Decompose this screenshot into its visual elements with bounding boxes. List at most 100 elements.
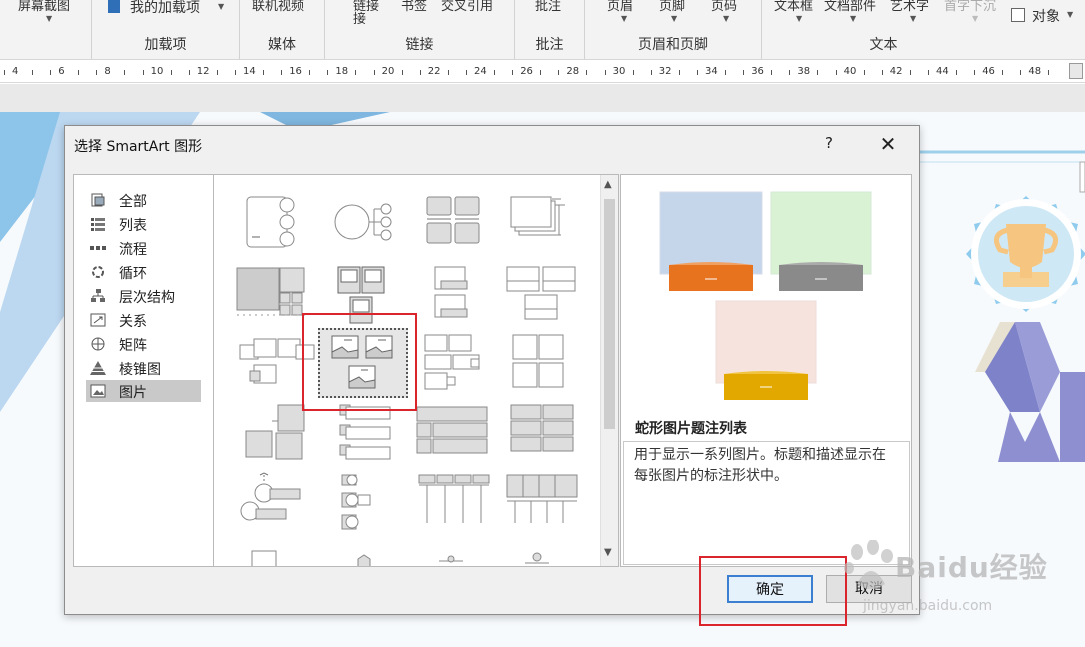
gallery-scrollbar[interactable]: ▲ ▼ [600, 175, 618, 566]
drop-cap-button[interactable]: 首字下沉 [944, 0, 996, 14]
page-number-button[interactable]: 页码 [711, 0, 737, 14]
ruler-mark [1020, 70, 1022, 75]
ruler-mark [863, 70, 865, 75]
category-label: 层次结构 [119, 290, 175, 306]
layout-thumb-bending-picture-blocks[interactable] [232, 331, 322, 401]
layout-thumb-snapshot-picture-list[interactable] [318, 328, 408, 398]
ruler-mark [909, 70, 911, 75]
wordart-button[interactable]: 艺术字 [890, 0, 929, 14]
comment-button[interactable]: 批注 [535, 0, 561, 14]
category-label: 循环 [119, 266, 147, 282]
ruler-mark [96, 70, 98, 75]
layout-thumb-titled-picture-blocks[interactable] [497, 263, 587, 333]
link-button-line2: 接 [353, 12, 367, 27]
category-item-cycle[interactable]: 循环 [86, 261, 201, 283]
ruler-mark [789, 70, 791, 75]
online-video-button[interactable]: 联机视频 [252, 0, 304, 14]
category-item-process[interactable]: 流程 [86, 237, 201, 259]
chevron-down-icon: ▼ [850, 14, 857, 23]
watermark: Baidu经验 jingyan.baidu.com [835, 540, 1055, 625]
ruler-mark [1002, 70, 1004, 75]
textbox-button[interactable]: 文本框 [774, 0, 813, 14]
layout-thumb-alternating-picture-circles[interactable] [409, 331, 499, 401]
ruler-mark [170, 70, 172, 75]
paw-logo-icon [844, 540, 893, 589]
group-label-comments: 批注 [535, 37, 564, 53]
horizontal-ruler[interactable]: 4 6 8 10 12 14 16 18 20 22 24 26 28 30 32 34 36 38 40 42 44 4… [0, 61, 1085, 83]
ruler-tick-label: 10 [150, 66, 164, 77]
chevron-down-icon: ▼ [1067, 10, 1074, 19]
layout-thumb-partial-4[interactable] [497, 545, 587, 567]
category-label: 全部 [119, 194, 147, 210]
watermark-url: jingyan.baidu.com [863, 598, 993, 614]
hierarchy-icon [91, 289, 105, 302]
ruler-mark [4, 70, 5, 75]
relationship-icon [90, 313, 106, 327]
list-icon [91, 218, 105, 231]
layout-thumb-vertical-circle-list[interactable] [232, 187, 322, 257]
scrollbar-thumb[interactable] [604, 199, 615, 429]
ribbon: 屏幕截图 ▼ 我的加载项 ▼ 加载项 联机视频 媒体 链接 接 书签 交叉引用 … [0, 0, 1085, 60]
ok-button[interactable]: 确定 [727, 575, 813, 603]
layout-thumb-picture-strips[interactable] [497, 471, 587, 541]
layout-thumb-picture-accent-list[interactable] [324, 401, 414, 471]
ruler-tick-label: 28 [566, 66, 580, 77]
layout-thumb-stacked-pictures[interactable] [497, 187, 587, 257]
group-label-addins: 加载项 [144, 37, 187, 53]
quick-parts-button[interactable]: 文档部件 [824, 0, 876, 14]
category-item-hierarchy[interactable]: 层次结构 [86, 285, 201, 307]
category-item-all[interactable]: 全部 [86, 189, 201, 211]
category-item-pyramid[interactable]: 棱锥图 [86, 357, 201, 379]
footer-button[interactable]: 页脚 [659, 0, 685, 14]
header-button[interactable]: 页眉 [607, 0, 633, 14]
layout-thumb-picture-grid-four[interactable] [497, 331, 587, 401]
ruler-mark [817, 70, 819, 75]
layout-thumb-table-picture-list[interactable] [497, 401, 587, 471]
group-label-text: 文本 [869, 37, 898, 53]
ruler-mark [650, 70, 652, 75]
layout-thumb-framed-pictures[interactable] [324, 263, 414, 333]
addin-store-icon [108, 0, 120, 13]
ruler-mark [974, 70, 976, 75]
ribbon-group-links: 链接 接 书签 交叉引用 链接 [325, 0, 515, 59]
ruler-tick-label: 16 [289, 66, 302, 77]
ruler-mark [771, 70, 773, 75]
ruler-toggle-icon[interactable] [1069, 63, 1083, 79]
ruler-mark [678, 70, 680, 75]
category-item-matrix[interactable]: 矩阵 [86, 333, 201, 355]
chevron-down-icon: ▼ [910, 14, 917, 23]
ruler-mark [309, 70, 311, 75]
layout-thumb-title-picture-columns[interactable] [409, 471, 499, 541]
layout-thumb-rounded-grid[interactable] [409, 187, 499, 257]
category-item-picture[interactable]: 图片 [86, 380, 201, 402]
my-addins-button[interactable]: 我的加载项 [130, 0, 200, 17]
ruler-tick-label: 26 [520, 66, 533, 77]
help-button[interactable]: ? [825, 134, 833, 152]
ruler-tick-label: 44 [936, 66, 949, 77]
layout-thumb-picture-grid-big[interactable] [232, 263, 322, 333]
layout-thumb-circle-picture-list[interactable] [324, 471, 414, 541]
layout-thumb-partial-1[interactable] [232, 545, 322, 567]
layout-thumb-partial-2[interactable] [324, 545, 414, 567]
ruler-tick-label: 12 [196, 66, 210, 77]
category-item-relationship[interactable]: 关系 [86, 309, 201, 331]
screenshot-button[interactable]: 屏幕截图 [18, 0, 70, 14]
bookmark-button[interactable]: 书签 [401, 0, 427, 14]
trophy-badge-icon [966, 196, 1085, 462]
scroll-up-icon[interactable]: ▲ [604, 179, 612, 190]
ruler-mark [558, 70, 560, 75]
layout-thumb-horizontal-picture-list[interactable] [409, 401, 499, 471]
layout-thumb-offset-picture-squares[interactable] [232, 401, 322, 471]
category-item-list[interactable]: 列表 [86, 213, 201, 235]
close-icon[interactable]: ✕ [877, 132, 899, 156]
layout-thumb-picture-caption-stack[interactable] [409, 263, 499, 333]
pyramid-icon [90, 361, 106, 375]
scroll-down-icon[interactable]: ▼ [604, 547, 612, 558]
layout-thumb-circle-picture-hierarchy[interactable] [232, 471, 322, 541]
cross-reference-button[interactable]: 交叉引用 [441, 0, 493, 14]
layout-thumb-partial-3[interactable] [409, 545, 499, 567]
ribbon-group-header-footer: 页眉 ▼ 页脚 ▼ 页码 ▼ 页眉和页脚 [585, 0, 762, 59]
layout-thumb-circle-branch[interactable] [324, 187, 414, 257]
ruler-mark [604, 70, 606, 75]
object-button[interactable]: 对象 [1032, 6, 1060, 26]
